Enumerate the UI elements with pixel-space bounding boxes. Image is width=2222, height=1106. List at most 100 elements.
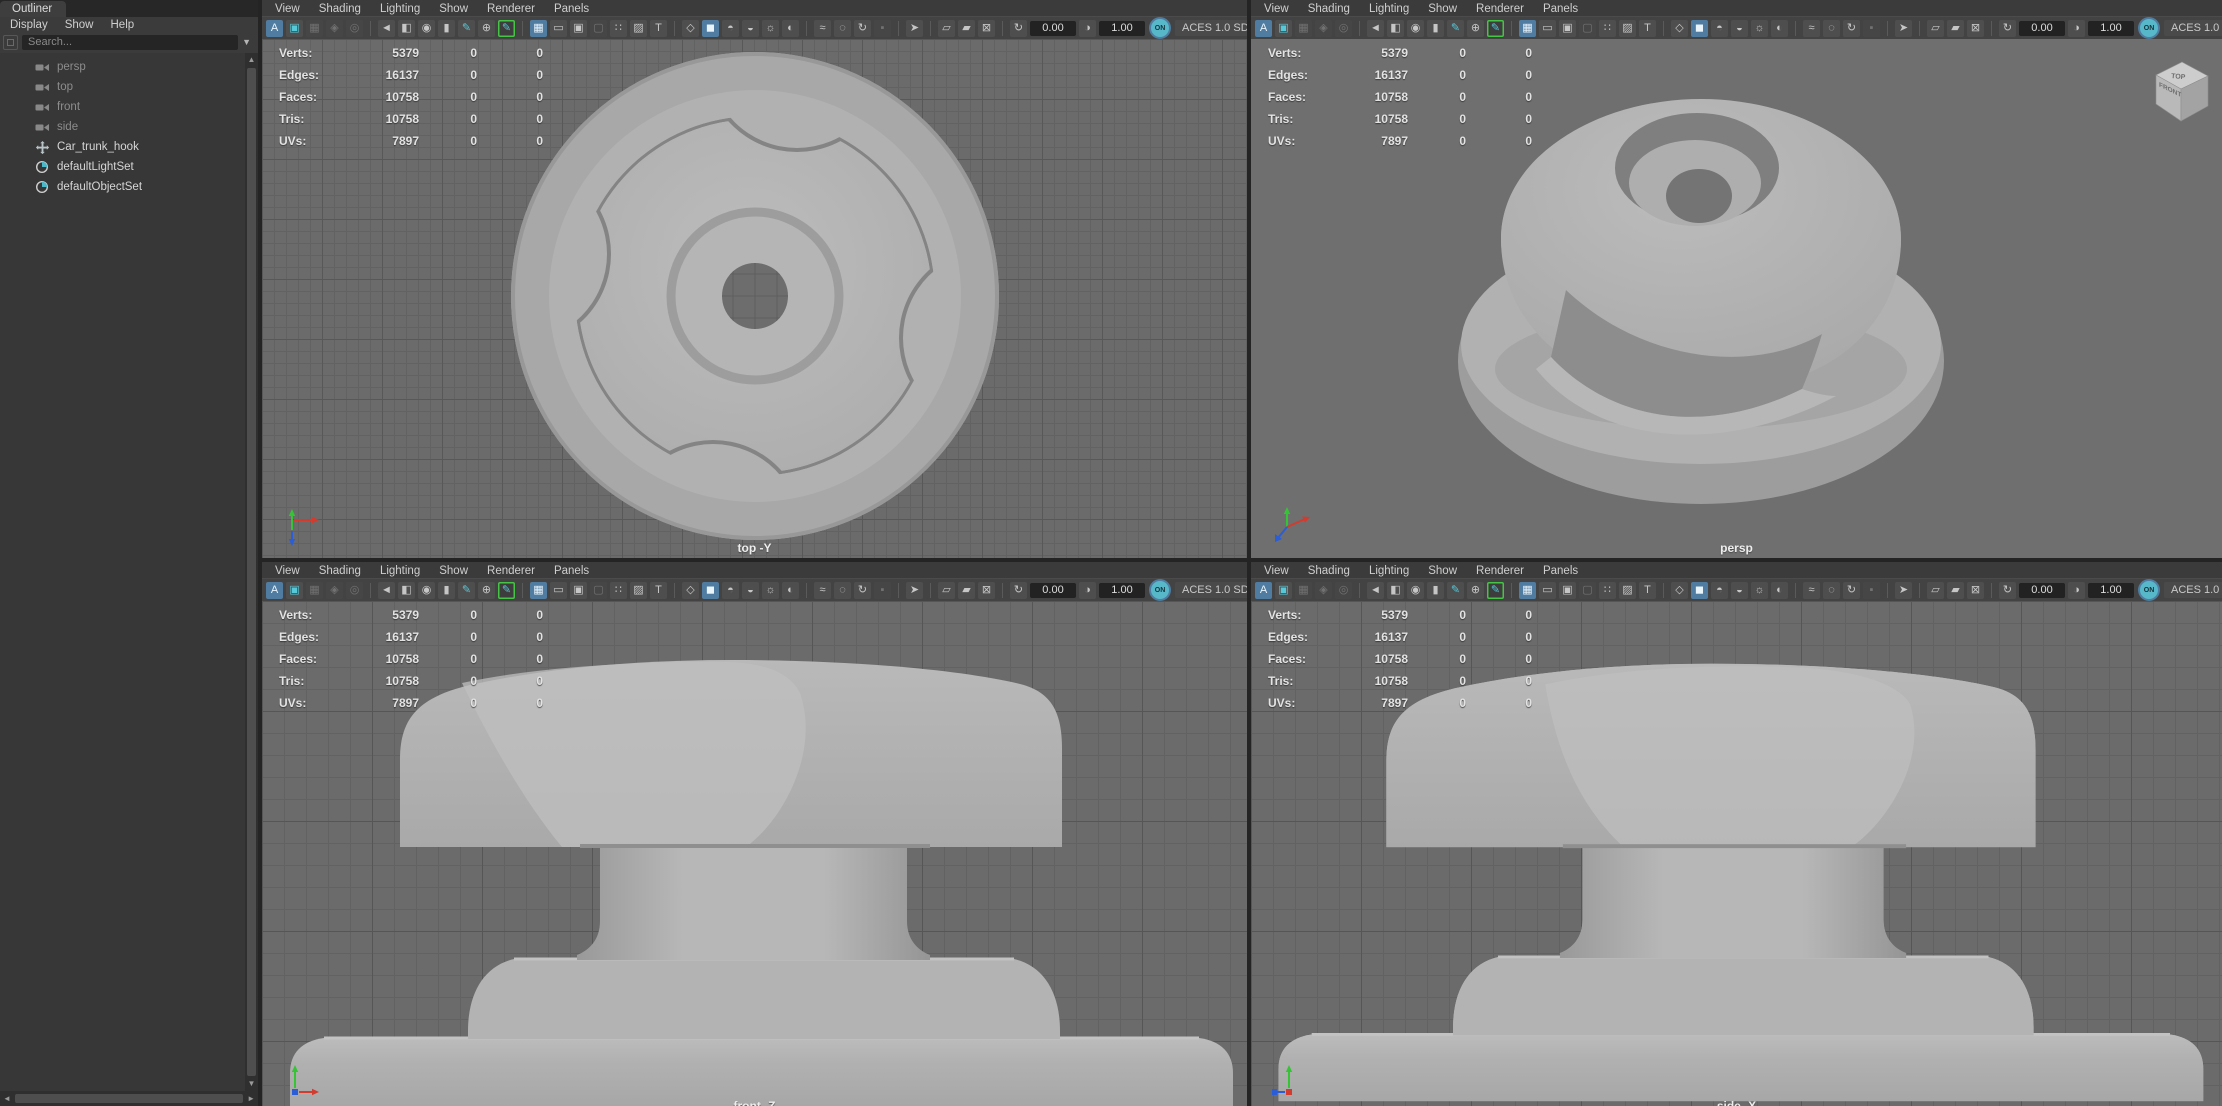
grid-toggle-icon[interactable]: ▦	[530, 581, 547, 599]
outliner-vertical-scrollbar[interactable]: ▲ ▼	[245, 53, 258, 1091]
image-plane-icon[interactable]: ✎	[1447, 581, 1464, 599]
anti-alias-loop-icon[interactable]: ↻	[854, 19, 871, 37]
menu-show[interactable]: Show	[1428, 3, 1457, 15]
menu-view[interactable]: View	[275, 565, 300, 577]
gamma-field[interactable]	[1099, 582, 1145, 598]
snap-grid-icon[interactable]: ▦	[1295, 19, 1312, 37]
exposure-icon[interactable]: ↻	[1999, 581, 2016, 599]
shaded-mode-icon[interactable]: ◼	[702, 19, 719, 37]
pan-zoom-icon[interactable]: ⊕	[1467, 581, 1484, 599]
outliner-horizontal-scrollbar[interactable]: ◄ ►	[0, 1091, 258, 1106]
menu-help[interactable]: Help	[111, 19, 135, 31]
menu-renderer[interactable]: Renderer	[487, 3, 535, 15]
image-plane-icon[interactable]: ✎	[458, 19, 475, 37]
viewport-canvas-top[interactable]: Verts: 5379 0 0 Edges: 16137 0 0 Faces: 10758 0 0 Tr…	[262, 39, 1247, 558]
scrollbar-thumb[interactable]	[14, 1094, 244, 1103]
exposure-field[interactable]	[1030, 20, 1076, 36]
shadows-toggle-icon[interactable]: ◐	[782, 19, 799, 37]
camera-lock-icon[interactable]: ◧	[398, 19, 415, 37]
menu-shading[interactable]: Shading	[319, 3, 361, 15]
field-chart-icon[interactable]: ∷	[1599, 19, 1616, 37]
color-management-toggle[interactable]: ON	[1151, 19, 1169, 37]
xray-icon[interactable]: ▱	[1927, 19, 1944, 37]
fog-toggle-icon[interactable]: ≈	[1803, 581, 1820, 599]
camera-attributes-icon[interactable]: ◉	[1407, 581, 1424, 599]
menu-lighting[interactable]: Lighting	[1369, 3, 1409, 15]
snap-curve-icon[interactable]: ◈	[326, 19, 343, 37]
shadows-toggle-icon[interactable]: ◐	[782, 581, 799, 599]
wireframe-mode-icon[interactable]: ◇	[1671, 581, 1688, 599]
resolution-gate-icon[interactable]: ▣	[1559, 581, 1576, 599]
xray-joints-icon[interactable]: ▰	[1947, 581, 1964, 599]
safe-action-icon[interactable]: ▨	[630, 581, 647, 599]
menu-panels[interactable]: Panels	[554, 565, 589, 577]
outliner-item-defaultLightSet[interactable]: defaultLightSet	[0, 157, 245, 177]
adjust-gate-icon[interactable]: ⊠	[978, 19, 995, 37]
exposure-icon[interactable]: ↻	[1999, 19, 2016, 37]
color-management-toggle[interactable]: ON	[1151, 581, 1169, 599]
viewport-canvas-persp[interactable]: Verts: 5379 0 0 Edges: 16137 0 0 Faces: 10758 0 0 Tr…	[1251, 39, 2222, 558]
snap-point-icon[interactable]: ◎	[1335, 19, 1352, 37]
component-select-icon[interactable]: ▣	[1275, 19, 1292, 37]
outliner-item-front[interactable]: front	[0, 97, 245, 117]
camera-icon[interactable]: ◄	[378, 581, 395, 599]
bookmark-icon[interactable]: ▮	[1427, 19, 1444, 37]
snap-point-icon[interactable]: ◎	[1335, 581, 1352, 599]
outliner-item-defaultObjectSet[interactable]: defaultObjectSet	[0, 177, 245, 197]
menu-show[interactable]: Show	[439, 3, 468, 15]
field-chart-icon[interactable]: ∷	[610, 581, 627, 599]
menu-renderer[interactable]: Renderer	[1476, 565, 1524, 577]
xray-icon[interactable]: ▱	[938, 19, 955, 37]
film-gate-icon[interactable]: ▭	[550, 581, 567, 599]
selection-highlight-icon[interactable]: A	[1255, 581, 1272, 599]
textured-mode-icon[interactable]: ◓	[1711, 581, 1728, 599]
safe-action-icon[interactable]: ▨	[1619, 19, 1636, 37]
isolate-select-icon[interactable]: ➤	[1895, 581, 1912, 599]
selection-highlight-icon[interactable]: A	[1255, 19, 1272, 37]
scrollbar-thumb[interactable]	[247, 68, 256, 1076]
textured-mode-icon[interactable]: ◓	[722, 19, 739, 37]
menu-panels[interactable]: Panels	[1543, 565, 1578, 577]
gamma-field[interactable]	[1099, 20, 1145, 36]
image-plane-icon[interactable]: ✎	[458, 581, 475, 599]
snap-point-icon[interactable]: ◎	[346, 581, 363, 599]
menu-show[interactable]: Show	[1428, 565, 1457, 577]
grease-pencil-icon[interactable]: ✎	[1487, 581, 1504, 599]
snap-grid-icon[interactable]: ▦	[306, 19, 323, 37]
gamma-field[interactable]	[2088, 582, 2134, 598]
camera-lock-icon[interactable]: ◧	[1387, 19, 1404, 37]
default-material-icon[interactable]: ◒	[742, 19, 759, 37]
xray-joints-icon[interactable]: ▰	[1947, 19, 1964, 37]
menu-shading[interactable]: Shading	[1308, 3, 1350, 15]
camera-icon[interactable]: ◄	[1367, 19, 1384, 37]
isolate-select-icon[interactable]: ➤	[1895, 19, 1912, 37]
aa-samples-icon[interactable]: ▪	[1863, 581, 1880, 599]
resolution-gate-icon[interactable]: ▣	[570, 581, 587, 599]
shaded-mode-icon[interactable]: ◼	[1691, 19, 1708, 37]
adjust-gate-icon[interactable]: ⊠	[1967, 19, 1984, 37]
outliner-tab[interactable]: Outliner	[0, 1, 67, 17]
outliner-item-persp[interactable]: persp	[0, 57, 245, 77]
lighting-toggle-icon[interactable]: ☼	[762, 19, 779, 37]
outliner-item-Car_trunk_hook[interactable]: Car_trunk_hook	[0, 137, 245, 157]
motion-blur-icon[interactable]: ◌	[834, 581, 851, 599]
component-select-icon[interactable]: ▣	[286, 19, 303, 37]
color-management-toggle[interactable]: ON	[2140, 581, 2158, 599]
camera-icon[interactable]: ◄	[378, 19, 395, 37]
snap-grid-icon[interactable]: ▦	[1295, 581, 1312, 599]
xray-icon[interactable]: ▱	[938, 581, 955, 599]
isolate-select-icon[interactable]: ➤	[906, 581, 923, 599]
menu-show[interactable]: Show	[439, 565, 468, 577]
adjust-gate-icon[interactable]: ⊠	[978, 581, 995, 599]
scroll-down-icon[interactable]: ▼	[246, 1078, 258, 1090]
exposure-icon[interactable]: ↻	[1010, 19, 1027, 37]
camera-attributes-icon[interactable]: ◉	[418, 581, 435, 599]
gamma-icon[interactable]: ◑	[2068, 581, 2085, 599]
safe-title-icon[interactable]: T	[1639, 19, 1656, 37]
outliner-filter-icon[interactable]	[3, 34, 18, 50]
image-plane-icon[interactable]: ✎	[1447, 19, 1464, 37]
gamma-field[interactable]	[2088, 20, 2134, 36]
menu-lighting[interactable]: Lighting	[1369, 565, 1409, 577]
textured-mode-icon[interactable]: ◓	[1711, 19, 1728, 37]
grease-pencil-icon[interactable]: ✎	[1487, 19, 1504, 37]
